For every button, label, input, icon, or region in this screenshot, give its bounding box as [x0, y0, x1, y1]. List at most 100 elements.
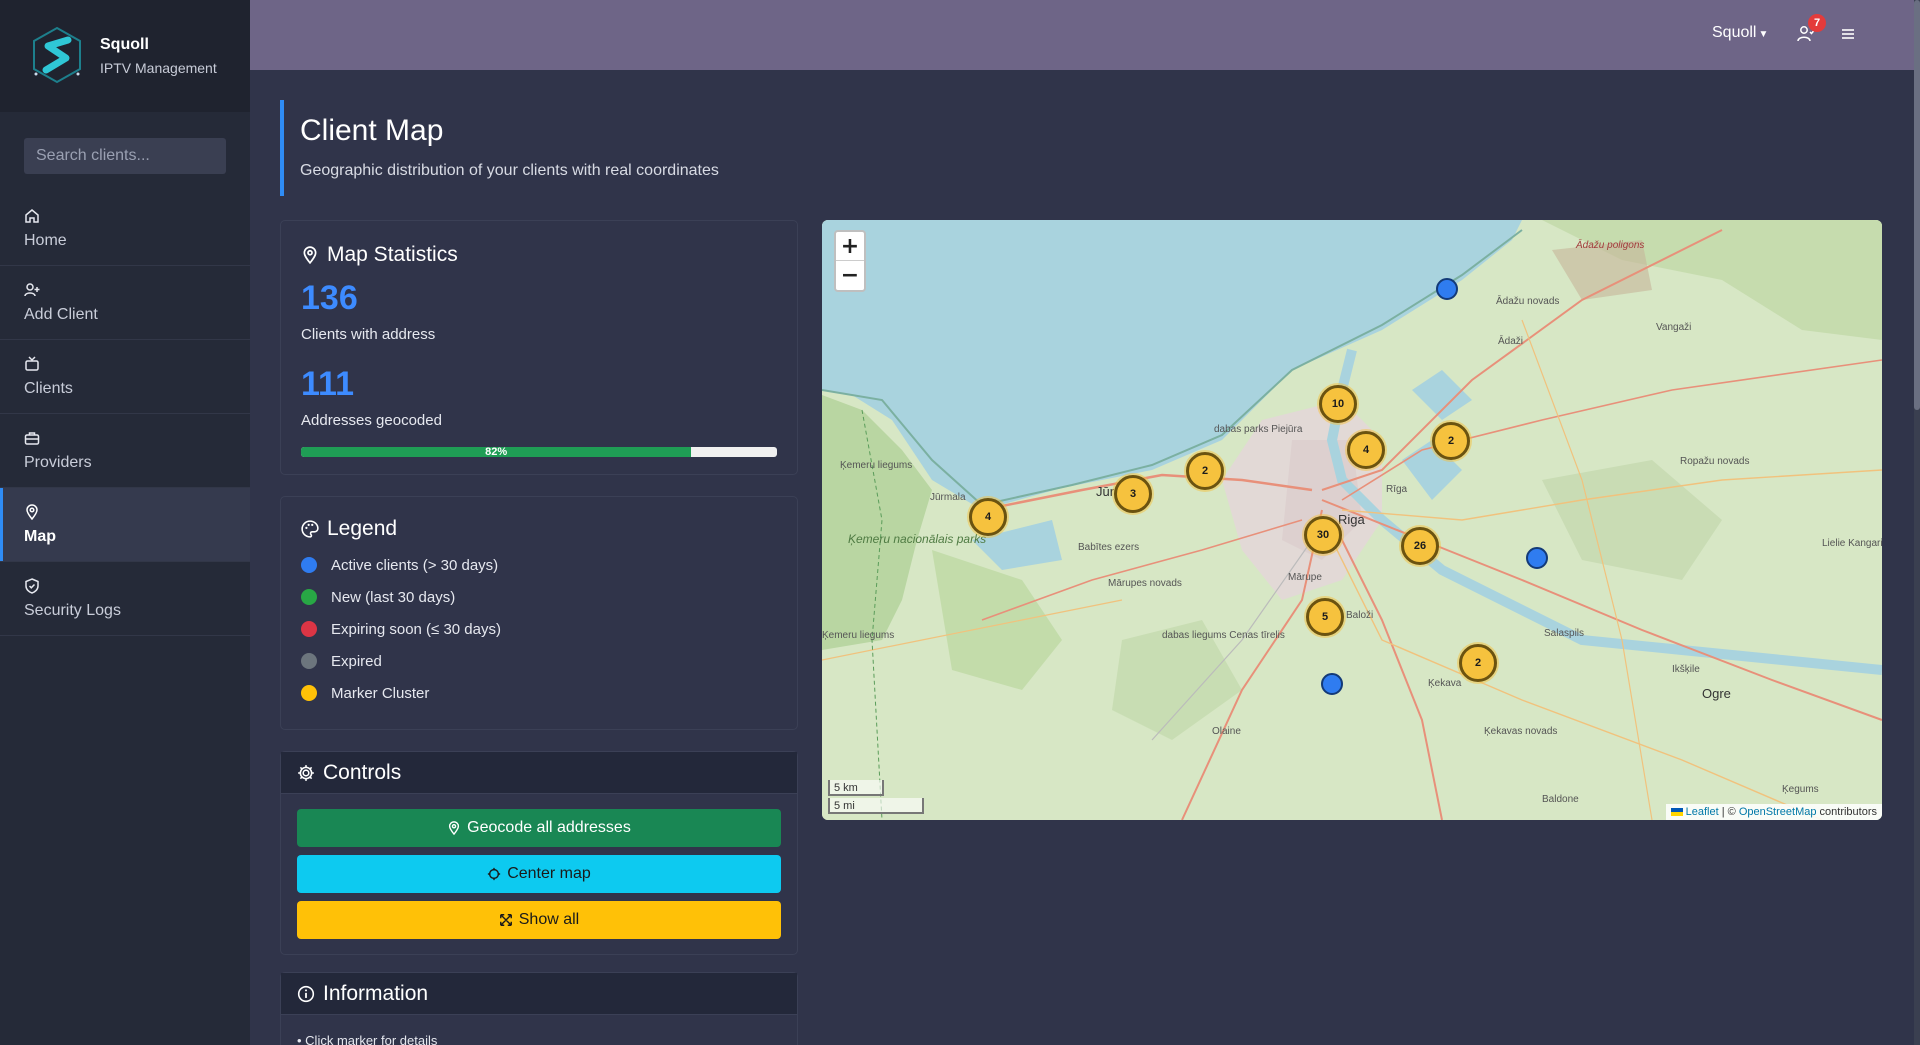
chevron-down-icon: ▼ [1758, 29, 1769, 40]
map-label: Baloži [1346, 610, 1374, 621]
map-pin-icon [449, 821, 460, 835]
legend-item: Marker Cluster [301, 677, 777, 709]
clients-label: Clients with address [301, 326, 436, 343]
sidebar-item-label: Map [24, 528, 56, 545]
sidebar-item-home[interactable]: Home [0, 192, 250, 266]
marker-cluster[interactable]: 4 [1347, 431, 1385, 469]
card-title-text: Map Statistics [327, 243, 458, 266]
legend-item: New (last 30 days) [301, 581, 777, 613]
geocoded-count: 111 [301, 365, 354, 403]
marker-cluster[interactable]: 2 [1459, 644, 1497, 682]
legend-label: Active clients (> 30 days) [331, 556, 499, 574]
gear-icon [298, 764, 314, 781]
sidebar-item-providers[interactable]: Providers [0, 414, 250, 488]
map-label: Lielie Kangari [1822, 538, 1882, 549]
ukraine-flag-icon [1670, 808, 1683, 817]
card-header: Controls [281, 752, 797, 794]
leaflet-link[interactable]: Leaflet [1686, 806, 1719, 818]
legend-list: Active clients (> 30 days) New (last 30 … [301, 549, 777, 709]
info-text: • Click marker for details [297, 1033, 438, 1045]
map-label: Ikšķile [1672, 664, 1700, 675]
user-menu[interactable]: Squoll ▼ [1712, 24, 1768, 42]
scale-km: 5 km [828, 780, 884, 796]
button-label: Geocode all addresses [467, 819, 631, 836]
map-label: Ķemeru liegums [840, 460, 913, 471]
marker-cluster[interactable]: 10 [1319, 385, 1357, 423]
card-title-text: Legend [327, 517, 398, 540]
scrollbar-thumb[interactable] [1914, 0, 1920, 410]
map-label: Mārupe [1288, 572, 1322, 583]
sidebar-item-label: Home [24, 232, 67, 249]
clients-count: 136 [301, 279, 358, 317]
sidebar-item-security-logs[interactable]: Security Logs [0, 562, 250, 636]
card-title: Controls [297, 761, 401, 785]
map-label: Jūr [1096, 484, 1115, 499]
legend-card: Legend Active clients (> 30 days) New (l… [280, 496, 798, 730]
hamburger-menu-icon[interactable] [1840, 26, 1856, 42]
brand[interactable]: Squoll IPTV Management [0, 0, 250, 112]
marker-cluster[interactable]: 26 [1401, 527, 1439, 565]
page-scrollbar[interactable] [1914, 0, 1920, 1045]
briefcase-icon [24, 432, 40, 445]
sidebar-item-map[interactable]: Map [0, 488, 250, 562]
client-marker-active[interactable] [1526, 547, 1548, 569]
zoom-in-button[interactable]: + [836, 232, 864, 261]
card-title: Information [297, 982, 428, 1006]
marker-cluster[interactable]: 30 [1304, 516, 1342, 554]
map-label: Ādaži [1498, 336, 1524, 347]
geocode-progress-bar: 82% [301, 447, 777, 457]
zoom-out-button[interactable]: − [836, 261, 864, 290]
shield-icon [25, 578, 39, 594]
sidebar-item-label: Providers [24, 454, 92, 471]
logo-icon [33, 26, 81, 84]
card-title: Map Statistics [301, 243, 777, 267]
geocoded-label: Addresses geocoded [301, 412, 442, 429]
marker-cluster[interactable]: 4 [969, 498, 1007, 536]
client-map[interactable]: Ķemeru liegums Ķemeru nacionālais parks … [822, 220, 1882, 820]
legend-dot-cluster [301, 685, 317, 701]
map-label: Ogre [1702, 686, 1731, 701]
button-label: Center map [507, 865, 591, 882]
map-label: Ropažu novads [1680, 456, 1750, 467]
sidebar-item-add-client[interactable]: Add Client [0, 266, 250, 340]
show-all-button[interactable]: Show all [297, 901, 781, 939]
map-label: Vangaži [1656, 322, 1692, 333]
map-attribution: Leaflet | © OpenStreetMap contributors [1665, 804, 1882, 820]
search-input[interactable] [36, 147, 243, 165]
info-icon [297, 985, 315, 1002]
sidebar-item-clients[interactable]: Clients [0, 340, 250, 414]
scale-mi: 5 mi [828, 798, 924, 814]
map-label: Ķegums [1782, 784, 1819, 795]
geocode-all-button[interactable]: Geocode all addresses [297, 809, 781, 847]
map-label: Mārupes novads [1108, 578, 1182, 589]
map-label: Jūrmala [930, 492, 966, 503]
search-box [24, 138, 243, 174]
center-map-button[interactable]: Center map [297, 855, 781, 893]
client-marker-active[interactable] [1436, 278, 1458, 300]
map-statistics-card: Map Statistics 136 Clients with address … [280, 220, 798, 475]
map-pin-icon [26, 504, 38, 520]
openstreetmap-link[interactable]: OpenStreetMap [1739, 806, 1817, 818]
page-header: Client Map Geographic distribution of yo… [280, 100, 719, 196]
marker-cluster[interactable]: 3 [1114, 475, 1152, 513]
top-bar: Squoll ▼ 7 [250, 0, 1914, 70]
map-label: Ķekava [1428, 678, 1462, 689]
map-label: Ādažu novads [1496, 296, 1560, 307]
client-marker-active[interactable] [1321, 673, 1343, 695]
map-label: Rīga [1386, 484, 1408, 495]
tv-icon [25, 356, 39, 371]
marker-cluster[interactable]: 5 [1306, 598, 1344, 636]
sidebar: Squoll IPTV Management Home Add Client C… [0, 0, 250, 1045]
legend-dot-expired [301, 653, 317, 669]
card-title-text: Information [323, 981, 429, 1005]
map-label: Salaspils [1544, 628, 1585, 639]
attribution-separator: | © [1718, 806, 1739, 818]
card-header: Information [281, 973, 797, 1015]
information-card: Information • Click marker for details [280, 972, 798, 1045]
map-pin-icon [303, 246, 317, 264]
progress-fill: 82% [301, 447, 692, 457]
marker-cluster[interactable]: 2 [1432, 422, 1470, 460]
marker-cluster[interactable]: 2 [1186, 452, 1224, 490]
legend-label: Marker Cluster [331, 684, 430, 702]
notification-badge: 7 [1808, 14, 1826, 32]
